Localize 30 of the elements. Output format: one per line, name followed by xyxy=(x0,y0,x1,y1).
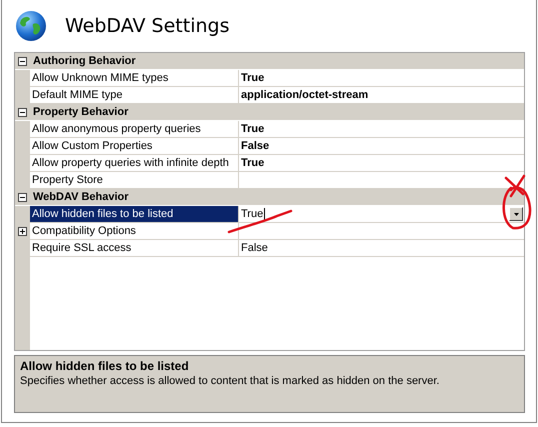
annotation-underline xyxy=(227,209,293,235)
property-name[interactable]: Allow Unknown MIME types xyxy=(30,70,239,86)
property-name[interactable]: Require SSL access xyxy=(30,240,239,256)
property-value: False xyxy=(241,241,268,256)
property-name[interactable]: Allow hidden files to be listed xyxy=(30,206,239,222)
property-name[interactable]: Default MIME type xyxy=(30,87,239,103)
property-value: application/octet-stream xyxy=(241,88,368,103)
caret-icon xyxy=(514,212,518,216)
globe-icon xyxy=(15,10,47,42)
property-name[interactable]: Property Store xyxy=(30,172,239,188)
property-value: True xyxy=(241,156,264,171)
property-value: True xyxy=(241,122,264,137)
category-header[interactable]: Authoring Behavior xyxy=(30,53,136,69)
window-title: WebDAV Settings xyxy=(65,14,230,36)
property-value: True xyxy=(241,71,264,86)
expand-icon[interactable] xyxy=(18,226,27,236)
dropdown-button[interactable] xyxy=(509,207,523,221)
value-field[interactable]: True xyxy=(241,208,266,220)
description-title: Allow hidden files to be listed xyxy=(20,359,190,373)
property-value: False xyxy=(241,139,270,154)
collapse-icon[interactable] xyxy=(18,108,27,116)
property-name[interactable]: Allow property queries with infinite depth xyxy=(30,155,239,171)
property-name[interactable]: Compatibility Options xyxy=(30,223,239,239)
collapse-icon[interactable] xyxy=(18,192,27,202)
category-header[interactable]: Property Behavior xyxy=(30,104,128,120)
collapse-icon[interactable] xyxy=(18,56,27,66)
description-text: Specifies whether access is allowed to content that is marked as hidden on the server. xyxy=(20,375,440,387)
property-name[interactable]: Allow anonymous property queries xyxy=(30,121,239,137)
category-header[interactable]: WebDAV Behavior xyxy=(30,189,129,205)
property-name[interactable]: Allow Custom Properties xyxy=(30,138,239,154)
